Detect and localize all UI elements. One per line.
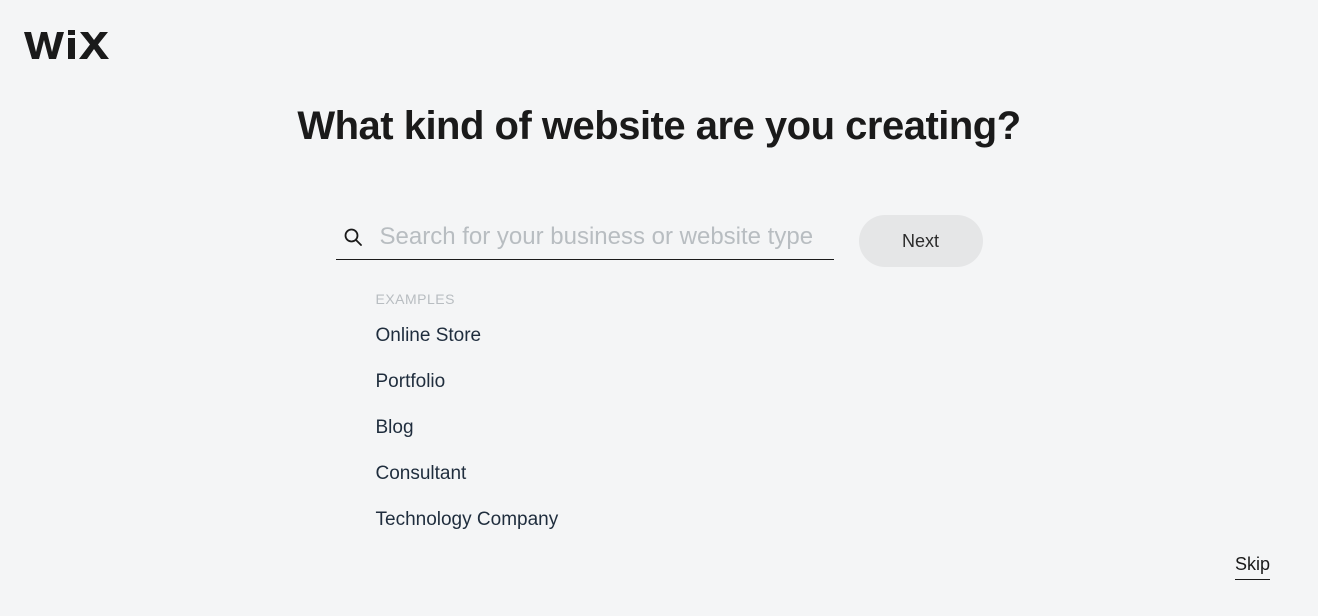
- example-item-consultant[interactable]: Consultant: [376, 463, 834, 485]
- search-icon: [344, 228, 362, 246]
- example-item-technology-company[interactable]: Technology Company: [376, 509, 834, 531]
- examples-label: EXAMPLES: [376, 291, 834, 307]
- wix-logo[interactable]: [24, 30, 110, 60]
- example-item-online-store[interactable]: Online Store: [376, 325, 834, 347]
- skip-button[interactable]: Skip: [1235, 554, 1270, 580]
- examples-list: Online Store Portfolio Blog Consultant T…: [376, 325, 834, 531]
- example-item-blog[interactable]: Blog: [376, 417, 834, 439]
- page-heading: What kind of website are you creating?: [297, 104, 1020, 149]
- main-content: What kind of website are you creating? N…: [0, 0, 1318, 531]
- example-item-portfolio[interactable]: Portfolio: [376, 371, 834, 393]
- wix-logo-icon: [24, 30, 110, 60]
- examples-block: EXAMPLES Online Store Portfolio Blog Con…: [336, 291, 834, 531]
- search-row: Next: [336, 215, 983, 267]
- search-wrap: [336, 223, 834, 260]
- search-input[interactable]: [380, 223, 834, 251]
- next-button[interactable]: Next: [859, 215, 983, 267]
